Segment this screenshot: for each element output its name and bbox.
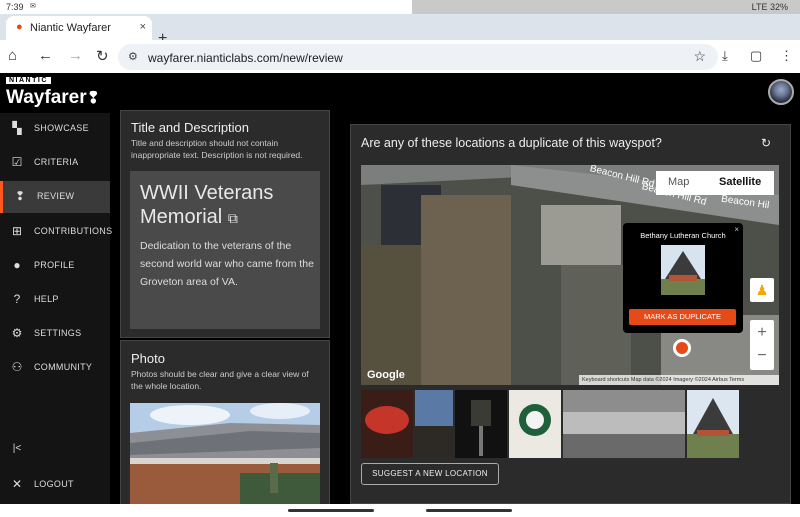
url-field[interactable]: ⚙ wayfarer.nianticlabs.com/new/review ☆ xyxy=(118,44,718,70)
tab-switcher-icon[interactable]: ▢ xyxy=(750,48,762,64)
showcase-icon: ▚ xyxy=(12,121,22,135)
title-description-box: WWII Veterans Memorial ⧉ Dedication to t… xyxy=(130,171,320,329)
status-right: LTE 32% xyxy=(412,0,800,14)
mail-icon: ✉ xyxy=(30,3,36,10)
wayspot-photo[interactable] xyxy=(130,403,320,504)
sidebar-item-label: SHOWCASE xyxy=(34,123,89,133)
user-avatar[interactable] xyxy=(768,79,794,105)
wayspot-description: Dedication to the veterans of the second… xyxy=(140,240,314,288)
sidebar-item-label: REVIEW xyxy=(37,191,75,201)
status-bar: 7:39 ✉ LTE 32% xyxy=(0,0,800,14)
sidebar-item-label: CONTRIBUTIONS xyxy=(34,226,113,236)
status-time: 7:39 xyxy=(6,2,24,12)
zoom-control: + − xyxy=(750,320,774,370)
tab-bar: ● Niantic Wayfarer × + xyxy=(0,14,800,47)
location-popup: × Bethany Lutheran Church MARK AS DUPLIC… xyxy=(623,223,743,333)
map-type-toggle: Map Satellite xyxy=(656,171,774,195)
wayspot-title-text: WWII Veterans Memorial xyxy=(140,182,274,228)
nav-handle-left[interactable] xyxy=(288,509,374,512)
sidebar-item-label: COMMUNITY xyxy=(34,362,93,372)
tab-title: Niantic Wayfarer xyxy=(30,22,111,34)
sidebar-item-community[interactable]: ⚇ COMMUNITY xyxy=(0,352,110,384)
collapse-icon: |< xyxy=(12,443,22,454)
wayfarer-app: NIANTIC Wayfarer❢ ▚ SHOWCASE ☑ CRITERIA … xyxy=(0,73,800,510)
profile-icon: ● xyxy=(13,258,21,272)
tab-wayfarer[interactable]: ● Niantic Wayfarer × xyxy=(6,16,152,40)
sidebar-item-logout[interactable]: ✕ LOGOUT xyxy=(0,469,110,501)
wayspot-title[interactable]: WWII Veterans Memorial ⧉ xyxy=(140,181,315,230)
status-right-text: LTE 32% xyxy=(751,2,788,12)
wayfarer-logo-text: Wayfarer xyxy=(6,87,87,108)
sidebar-item-label: LOGOUT xyxy=(34,479,74,489)
refresh-icon[interactable]: ↻ xyxy=(761,136,771,150)
sidebar-item-criteria[interactable]: ☑ CRITERIA xyxy=(0,147,110,179)
title-description-heading: Title and Description xyxy=(131,120,250,135)
external-link-icon[interactable]: ⧉ xyxy=(228,210,238,226)
settings-icon: ⚙ xyxy=(11,326,23,340)
location-marker-icon[interactable] xyxy=(673,339,691,357)
sidebar-item-review[interactable]: ❢ REVIEW xyxy=(0,181,110,213)
sidebar-item-label: HELP xyxy=(34,294,59,304)
mark-as-duplicate-button[interactable]: MARK AS DUPLICATE xyxy=(629,309,736,325)
memorial-building-photo xyxy=(130,403,320,504)
nearby-photo-interior[interactable] xyxy=(563,390,685,458)
duplicate-map[interactable]: Beacon Hill Rd Beacon Hill Rd Beacon Hil… xyxy=(361,165,779,385)
nearby-photo-sign[interactable] xyxy=(361,390,413,458)
photo-heading: Photo xyxy=(131,351,165,366)
map-type-satellite-button[interactable]: Satellite xyxy=(719,176,761,188)
popup-location-thumbnail xyxy=(661,245,705,295)
niantic-logo-text: NIANTIC xyxy=(6,77,51,84)
sidebar-item-label: SETTINGS xyxy=(34,328,82,338)
popup-location-name: Bethany Lutheran Church xyxy=(640,231,726,240)
sidebar-item-contributions[interactable]: ⊞ CONTRIBUTIONS xyxy=(0,216,113,248)
url-text: wayfarer.nianticlabs.com/new/review xyxy=(148,51,343,65)
sidebar-item-profile[interactable]: ● PROFILE xyxy=(0,250,110,282)
sidebar-item-label: PROFILE xyxy=(34,260,75,270)
logo-pin-icon: ❢ xyxy=(86,90,101,107)
nav-handle-right[interactable] xyxy=(426,509,512,512)
menu-dots-icon[interactable]: ⋮ xyxy=(780,48,793,64)
sidebar-item-help[interactable]: ? HELP xyxy=(0,284,110,316)
forward-icon[interactable]: → xyxy=(68,47,83,64)
duplicate-question: Are any of these locations a duplicate o… xyxy=(361,136,662,150)
reload-icon[interactable]: ↻ xyxy=(96,47,109,65)
tab-close-icon[interactable]: × xyxy=(140,21,146,33)
sidebar-item-label: CRITERIA xyxy=(34,157,79,167)
google-logo: Google xyxy=(367,369,405,381)
nearby-photo-street[interactable] xyxy=(415,390,453,458)
street-view-pegman-icon[interactable]: ♟ xyxy=(750,278,774,302)
community-icon: ⚇ xyxy=(11,360,23,374)
site-info-icon[interactable]: ⚙ xyxy=(128,50,138,63)
download-icon[interactable]: ⤓ xyxy=(722,48,728,64)
sidebar: ▚ SHOWCASE ☑ CRITERIA ❢ REVIEW ⊞ CONTRIB… xyxy=(0,113,113,504)
sidebar-item-settings[interactable]: ⚙ SETTINGS xyxy=(0,318,110,350)
nearby-photo-cafe[interactable] xyxy=(509,390,561,458)
help-icon: ? xyxy=(13,292,21,306)
sidebar-item-showcase[interactable]: ▚ SHOWCASE xyxy=(0,113,110,145)
nearby-photo-marker[interactable] xyxy=(455,390,507,458)
nearby-photo-church[interactable] xyxy=(687,390,739,458)
android-nav-bar xyxy=(0,504,800,517)
criteria-icon: ☑ xyxy=(11,155,23,169)
suggest-new-location-button[interactable]: SUGGEST A NEW LOCATION xyxy=(361,463,499,485)
photo-hint: Photos should be clear and give a clear … xyxy=(131,369,309,391)
home-icon[interactable]: ⌂ xyxy=(8,47,17,64)
zoom-out-icon[interactable]: − xyxy=(750,345,774,370)
map-attribution: Keyboard shortcuts Map data ©2024 Imager… xyxy=(579,375,779,385)
contributions-icon: ⊞ xyxy=(11,224,23,238)
map-type-map-button[interactable]: Map xyxy=(668,176,689,188)
wayfarer-logo[interactable]: Wayfarer❢ xyxy=(6,87,100,109)
title-description-hint: Title and description should not contain… xyxy=(131,138,303,160)
back-icon[interactable]: ← xyxy=(38,47,53,64)
bookmark-star-icon[interactable]: ☆ xyxy=(693,48,706,65)
zoom-in-icon[interactable]: + xyxy=(750,320,774,345)
logout-icon: ✕ xyxy=(11,477,23,491)
address-bar: ⌂ ← → ↻ ⚙ wayfarer.nianticlabs.com/new/r… xyxy=(0,40,800,73)
wayfarer-favicon-icon: ● xyxy=(16,21,23,33)
review-pin-icon: ❢ xyxy=(14,189,26,203)
sidebar-collapse-button[interactable]: |< xyxy=(0,435,110,467)
